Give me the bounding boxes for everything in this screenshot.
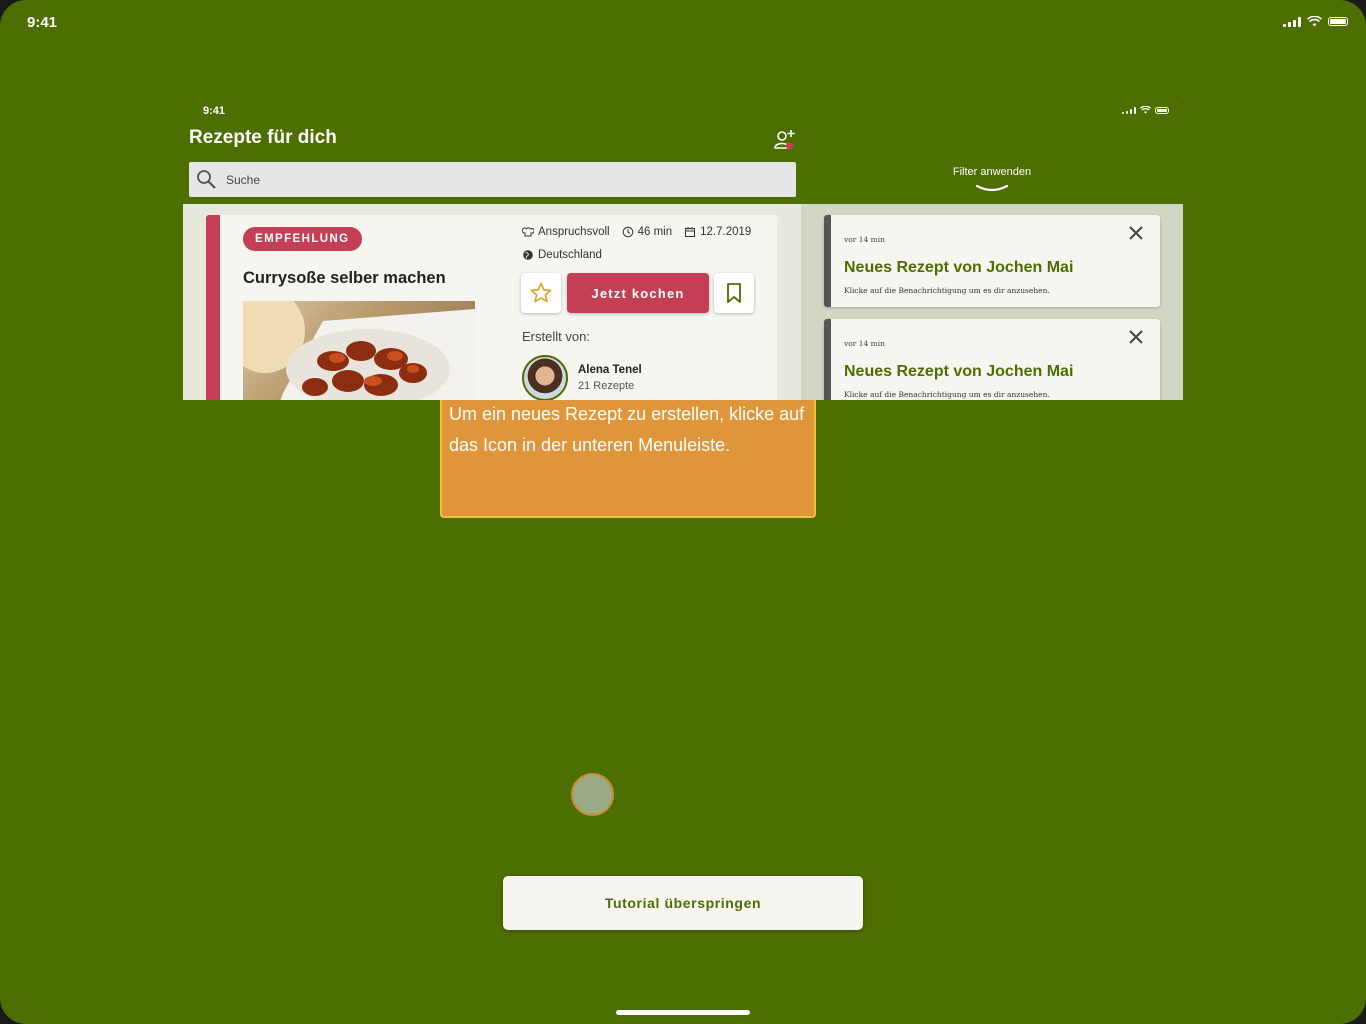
skip-tutorial-button[interactable]: Tutorial überspringen [503,876,863,930]
notification-title: Neues Rezept von Jochen Mai [844,363,1074,380]
author-name[interactable]: Alena Tenel [578,364,642,376]
notification-time: vor 14 min [844,235,885,244]
cook-now-button[interactable]: Jetzt kochen [567,273,709,313]
recommendation-badge: EMPFEHLUNG [243,227,362,251]
filter-label: Filter anwenden [952,166,1032,178]
recipe-feed: EMPFEHLUNG Currysoße selber machen Anspr… [183,204,801,400]
notification-list: vor 14 min Neues Rezept von Jochen Mai K… [801,204,1183,400]
chef-hat-icon [522,227,534,237]
search-field[interactable]: Suche [189,162,796,197]
add-user-icon[interactable] [773,128,797,152]
tutorial-tooltip: Um ein neues Rezept zu erstellen, klicke… [440,393,816,518]
close-icon[interactable] [1128,225,1144,241]
wifi-icon [1140,106,1151,114]
clock-icon [622,226,633,238]
device-screen: 9:41 9:41 Rezepte für dich Suche Filter … [0,0,1366,1024]
signal-icon [1122,106,1136,114]
recipe-image [243,301,475,400]
battery-icon [1155,106,1169,114]
tutorial-pointer [571,773,614,816]
app-preview: 9:41 Rezepte für dich Suche Filter anwen… [183,94,1183,400]
star-icon [530,282,552,303]
notification-item[interactable]: vor 14 min Neues Rezept von Jochen Mai K… [824,215,1160,307]
notification-accent-bar [824,215,831,307]
status-time: 9:41 [27,14,58,31]
close-icon[interactable] [1128,329,1144,345]
favorite-button[interactable] [521,273,561,313]
signal-icon [1283,16,1301,27]
inner-status-icons [1122,106,1169,114]
notification-time: vor 14 min [844,339,885,348]
notification-item[interactable]: vor 14 min Neues Rezept von Jochen Mai K… [824,319,1160,400]
date: 12.7.2019 [700,226,752,238]
search-placeholder: Suche [226,172,261,187]
chevron-down-icon [975,184,1009,192]
bookmark-icon [727,283,741,303]
recipe-card[interactable]: EMPFEHLUNG Currysoße selber machen Anspr… [206,215,777,400]
card-accent-bar [206,215,220,400]
wifi-icon [1307,16,1322,27]
search-icon [197,169,216,189]
created-by-label: Erstellt von: [522,329,590,344]
page-title: Rezepte für dich [189,127,337,148]
recipe-title: Currysoße selber machen [243,269,446,287]
home-indicator[interactable] [616,1010,750,1015]
inner-status-time: 9:41 [203,105,226,117]
notification-title: Neues Rezept von Jochen Mai [844,259,1074,276]
status-icons [1283,16,1348,27]
battery-icon [1328,17,1348,26]
country: Deutschland [538,249,602,261]
recipe-meta-row: Anspruchsvoll 46 min 12.7.2019 [522,226,751,238]
app-header: 9:41 Rezepte für dich Suche Filter anwen… [183,94,1183,204]
notification-accent-bar [824,319,831,400]
duration: 46 min [637,226,673,238]
filter-toggle[interactable]: Filter anwenden [933,166,1051,192]
difficulty: Anspruchsvoll [538,226,610,238]
bookmark-button[interactable] [714,273,754,313]
calendar-icon [685,227,696,237]
notification-text: Klicke auf die Benachrichtigung um es di… [844,286,1050,295]
author-recipe-count: 21 Rezepte [578,380,635,392]
globe-icon [523,250,533,260]
recipe-country-row: Deutschland [522,249,602,261]
notification-text: Klicke auf die Benachrichtigung um es di… [844,390,1050,399]
author-avatar[interactable] [522,355,568,400]
